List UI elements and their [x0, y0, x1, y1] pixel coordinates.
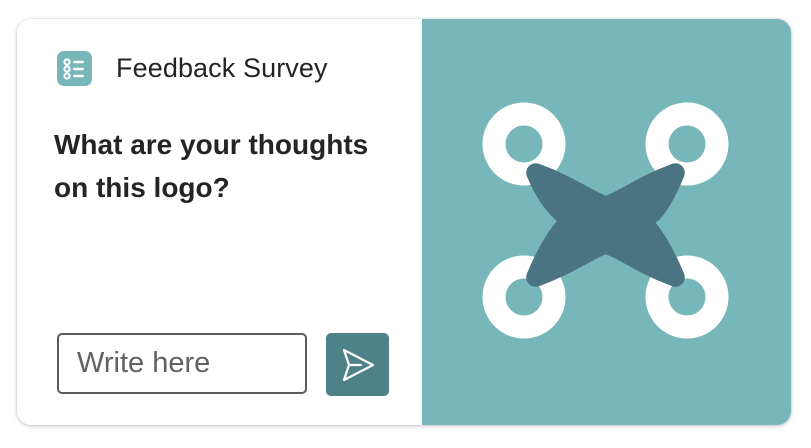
survey-card: Feedback Survey What are your thoughts o…	[17, 19, 791, 425]
send-icon	[342, 348, 374, 381]
logo-image-panel	[422, 19, 791, 425]
survey-header: Feedback Survey	[57, 51, 328, 86]
survey-panel: Feedback Survey What are your thoughts o…	[17, 19, 422, 425]
survey-list-icon	[57, 51, 92, 86]
answer-input[interactable]	[57, 333, 307, 394]
survey-title: Feedback Survey	[116, 53, 328, 83]
drone-logo	[482, 102, 729, 339]
send-button[interactable]	[326, 333, 389, 396]
drone-body	[526, 163, 685, 287]
survey-question: What are your thoughts on this logo?	[54, 129, 369, 203]
